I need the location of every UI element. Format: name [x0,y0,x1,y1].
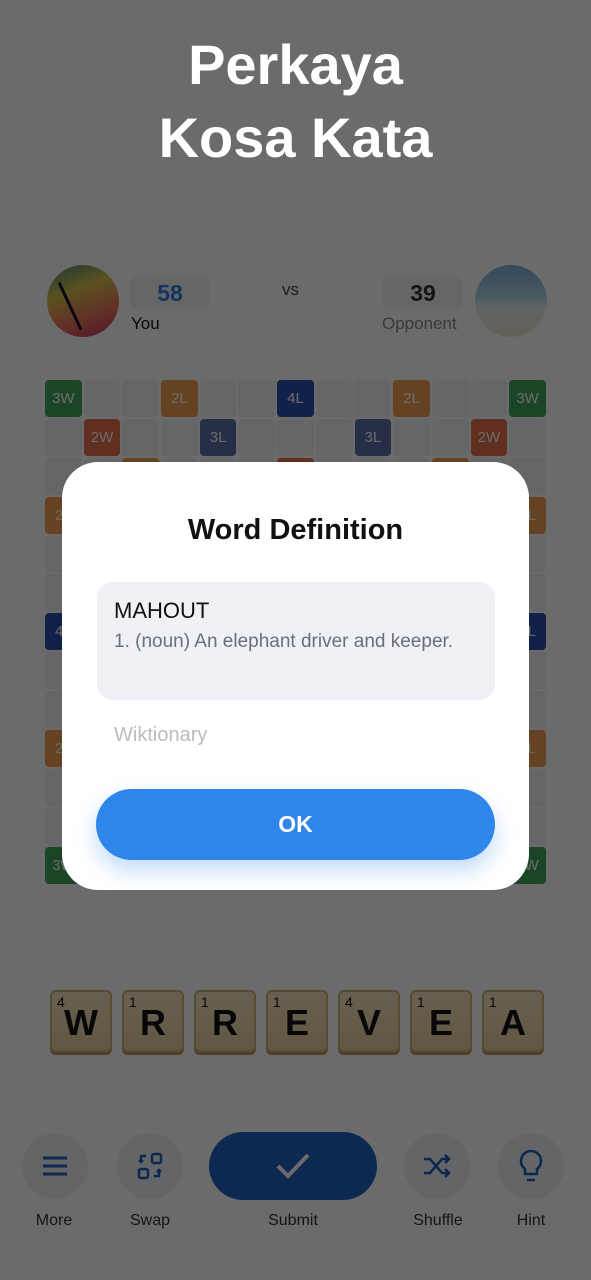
hint-label: Hint [516,1212,546,1229]
submit-label: Submit [268,1212,318,1229]
letter-tile[interactable]: 1R [122,990,184,1052]
board-cell[interactable] [431,418,469,456]
vs-label: vs [282,280,299,299]
board-cell[interactable] [315,380,353,417]
tile-letter: R [140,1002,166,1043]
board-cell-2l[interactable]: 2L [393,380,430,417]
board-cell[interactable] [315,418,353,456]
swap-button[interactable] [117,1133,183,1199]
board-cell[interactable] [238,418,276,456]
board-cell[interactable] [238,380,276,417]
definition-box: MAHOUT 1. (noun) An elephant driver and … [97,582,495,700]
letter-tile[interactable]: 1R [194,990,256,1052]
opponent-avatar [475,265,547,337]
word-definition-dialog: Word Definition MAHOUT 1. (noun) An elep… [62,462,529,890]
board-cell-3l[interactable]: 3L [199,418,237,456]
board-cell-3w[interactable]: 3W [509,380,546,417]
board-cell[interactable] [470,380,508,417]
swap-icon [137,1152,163,1180]
board-cell[interactable] [83,380,121,417]
tile-letter: W [64,1002,98,1043]
board-cell-2w[interactable]: 2W [470,418,508,456]
swap-label: Swap [129,1212,171,1229]
more-label: More [35,1212,73,1229]
board-cell[interactable] [161,418,198,456]
player-name: You [131,314,160,333]
letter-tile[interactable]: 1E [410,990,472,1052]
board-cell[interactable] [122,418,160,456]
board-cell[interactable] [509,418,546,456]
tile-letter: V [356,1002,381,1043]
letter-tile[interactable]: 4V [338,990,400,1052]
board-cell-3l[interactable]: 3L [354,418,392,456]
board-cell-2l[interactable]: 2L [161,380,198,417]
definition-text: 1. (noun) An elephant driver and keeper. [114,631,454,652]
opponent-score: 39 [383,277,463,309]
hint-button[interactable] [498,1133,564,1199]
tile-letter: E [284,1002,309,1043]
player-avatar [47,265,119,337]
letter-tile[interactable]: 1A [482,990,544,1052]
definition-source: Wiktionary [114,724,208,746]
ok-button[interactable]: OK [96,789,495,860]
board-cell[interactable] [354,380,392,417]
board-cell[interactable] [45,418,82,456]
player-score: 58 [130,277,210,309]
board-cell[interactable] [431,380,469,417]
board-cell[interactable] [122,380,160,417]
tile-rack: 4W1R1R1E4V1E1A [50,990,544,1052]
check-icon [276,1153,310,1179]
shuffle-button[interactable] [404,1133,470,1199]
defined-word: MAHOUT [114,598,210,623]
tile-letter: A [500,1002,526,1043]
menu-icon [43,1156,67,1176]
headline-line-1: Perkaya [188,33,403,96]
board-cell-3w[interactable]: 3W [45,380,82,417]
tile-letter: E [428,1002,453,1043]
more-button[interactable] [22,1133,88,1199]
submit-button[interactable] [209,1132,377,1200]
board-cell-4l[interactable]: 4L [277,380,314,417]
dialog-title: Word Definition [187,514,404,546]
board-cell-2w[interactable]: 2W [83,418,121,456]
lightbulb-icon [519,1149,543,1182]
opponent-name: Opponent [382,314,457,333]
letter-tile[interactable]: 1E [266,990,328,1052]
board-cell[interactable] [393,418,430,456]
headline-line-2: Kosa Kata [158,106,433,169]
letter-tile[interactable]: 4W [50,990,112,1052]
board-cell[interactable] [277,418,314,456]
shuffle-icon [424,1154,451,1178]
shuffle-label: Shuffle [413,1212,463,1229]
tile-letter: R [212,1002,238,1043]
board-cell[interactable] [199,380,237,417]
